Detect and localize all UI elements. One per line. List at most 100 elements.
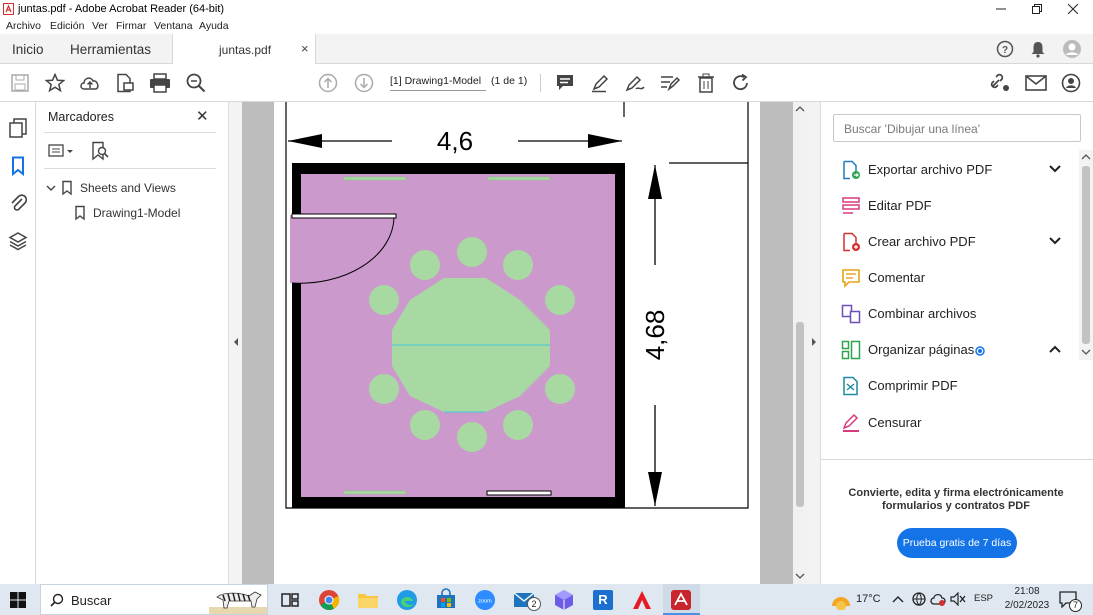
menu-ayuda[interactable]: Ayuda	[199, 20, 229, 32]
volume-muted-icon[interactable]	[950, 592, 966, 606]
redo-button[interactable]	[729, 71, 753, 95]
clock-time[interactable]: 21:08	[1003, 586, 1051, 597]
scroll-down-icon[interactable]	[1081, 348, 1091, 356]
bookmark-child-item[interactable]: Drawing1-Model	[93, 206, 180, 220]
upload-cloud-button[interactable]	[78, 71, 102, 95]
bookmark-options-dropdown[interactable]	[48, 142, 78, 160]
notification-badge: 7	[1069, 599, 1082, 612]
cloud-sync-icon[interactable]	[930, 592, 946, 606]
menu-firmar[interactable]: Firmar	[116, 20, 146, 32]
edge-browser-icon[interactable]	[395, 588, 419, 612]
document-scrollbar[interactable]	[793, 102, 807, 584]
chevron-down-icon[interactable]	[1047, 161, 1063, 177]
scrollbar-thumb[interactable]	[796, 322, 804, 507]
close-window-button[interactable]	[1055, 0, 1090, 18]
arrow-down-circle-icon	[354, 73, 374, 93]
find-bookmark-button[interactable]	[90, 141, 110, 161]
share-user-button[interactable]	[1060, 71, 1084, 95]
notification-bell-icon[interactable]	[1030, 40, 1046, 58]
task-view-icon[interactable]	[278, 588, 302, 612]
previous-page-button[interactable]	[316, 71, 340, 95]
tab-document[interactable]: juntas.pdf ×	[172, 34, 316, 65]
next-page-button[interactable]	[352, 71, 376, 95]
menu-ventana[interactable]: Ventana	[154, 20, 193, 32]
comment-button[interactable]	[553, 71, 577, 95]
temperature[interactable]: 17°C	[856, 593, 881, 605]
tool-editar-pdf[interactable]: Editar PDF	[821, 188, 1079, 224]
minimize-button[interactable]	[983, 0, 1018, 18]
acrobat-taskbar-active[interactable]	[663, 584, 700, 615]
pen-icon	[592, 74, 609, 93]
highlight-button[interactable]	[588, 71, 612, 95]
tab-close-button[interactable]: ×	[301, 41, 309, 56]
tab-herramientas[interactable]: Herramientas	[70, 42, 151, 57]
autocad-icon[interactable]	[630, 588, 654, 612]
menu-ver[interactable]: Ver	[92, 20, 108, 32]
right-panel-collapse[interactable]	[807, 102, 821, 584]
restore-button[interactable]	[1019, 0, 1054, 18]
tool-crear-pdf[interactable]: Crear archivo PDF	[821, 224, 1079, 260]
chair	[545, 285, 575, 315]
window-top-right	[487, 176, 551, 181]
scroll-down-icon[interactable]	[795, 572, 805, 580]
save-button[interactable]	[8, 71, 32, 95]
acrobat-reader-icon	[671, 590, 691, 610]
free-trial-button[interactable]: Prueba gratis de 7 días	[897, 528, 1017, 558]
chevron-up-icon[interactable]	[1047, 341, 1063, 357]
share-link-button[interactable]	[988, 71, 1012, 95]
tools-search-input[interactable]: Buscar 'Dibujar una línea'	[833, 114, 1081, 142]
convert-pdf-button[interactable]	[113, 71, 137, 95]
taskbar-search[interactable]: Buscar	[40, 584, 268, 615]
zoom-search-button[interactable]	[184, 71, 208, 95]
left-panel-collapse[interactable]	[228, 102, 242, 584]
revit-icon[interactable]: R	[591, 588, 615, 612]
draw-button[interactable]	[623, 71, 647, 95]
tool-organizar[interactable]: Organizar páginas	[821, 332, 1079, 368]
bookmarks-panel-button[interactable]	[7, 155, 29, 177]
clock-date[interactable]: 2/02/2023	[1003, 600, 1051, 611]
scroll-up-icon[interactable]	[795, 105, 805, 113]
chevron-down-icon[interactable]	[1047, 233, 1063, 249]
delete-button[interactable]	[694, 71, 718, 95]
print-button[interactable]	[148, 71, 172, 95]
scrollbar-thumb[interactable]	[1082, 166, 1090, 344]
tools-scrollbar[interactable]	[1079, 150, 1093, 360]
account-avatar-icon[interactable]	[1062, 39, 1082, 59]
attachments-button[interactable]	[7, 192, 29, 214]
store-icon[interactable]	[434, 588, 458, 612]
file-explorer-icon[interactable]	[356, 588, 380, 612]
bookmark-item-icon	[75, 205, 85, 221]
tool-combinar[interactable]: Combinar archivos	[821, 296, 1079, 332]
tab-inicio[interactable]: Inicio	[12, 42, 44, 57]
chrome-icon[interactable]	[317, 588, 341, 612]
zoom-app-icon[interactable]: zoom	[473, 588, 497, 612]
sign-button[interactable]	[658, 71, 682, 95]
layers-button[interactable]	[7, 230, 29, 252]
menu-edicion[interactable]: Edición	[50, 20, 84, 32]
pages-thumbnail-button[interactable]	[7, 117, 29, 139]
tool-exportar-pdf[interactable]: Exportar archivo PDF	[821, 152, 1079, 188]
language-indicator[interactable]: ESP	[974, 593, 993, 604]
chevron-up-icon[interactable]	[892, 594, 904, 604]
bookmarks-panel: Marcadores ✕ Sheets and Views Drawing1-M…	[36, 102, 228, 584]
windows-start-icon[interactable]	[10, 592, 26, 608]
bookmark-star-button[interactable]	[43, 71, 67, 95]
share-link-icon	[990, 73, 1009, 91]
bookmarks-close-button[interactable]: ✕	[196, 107, 209, 125]
chevron-down-icon[interactable]	[45, 182, 57, 194]
network-icon[interactable]	[912, 592, 926, 606]
page-label-field[interactable]: [1] Drawing1-Model	[390, 75, 486, 91]
menu-archivo[interactable]: Archivo	[6, 20, 41, 32]
help-icon[interactable]: ?	[996, 40, 1014, 58]
chair	[457, 422, 487, 452]
chair	[503, 410, 533, 440]
tool-comprimir[interactable]: Comprimir PDF	[821, 368, 1079, 404]
document-view[interactable]: 4,6 4,68	[242, 102, 793, 584]
email-button[interactable]	[1024, 71, 1048, 95]
tool-censurar[interactable]: Censurar	[821, 405, 1079, 441]
app-cube-icon[interactable]	[552, 588, 576, 612]
scroll-up-icon[interactable]	[1081, 153, 1091, 161]
bookmark-root-item[interactable]: Sheets and Views	[80, 181, 176, 195]
door-leaf	[291, 213, 397, 219]
tool-comentar[interactable]: Comentar	[821, 260, 1079, 296]
